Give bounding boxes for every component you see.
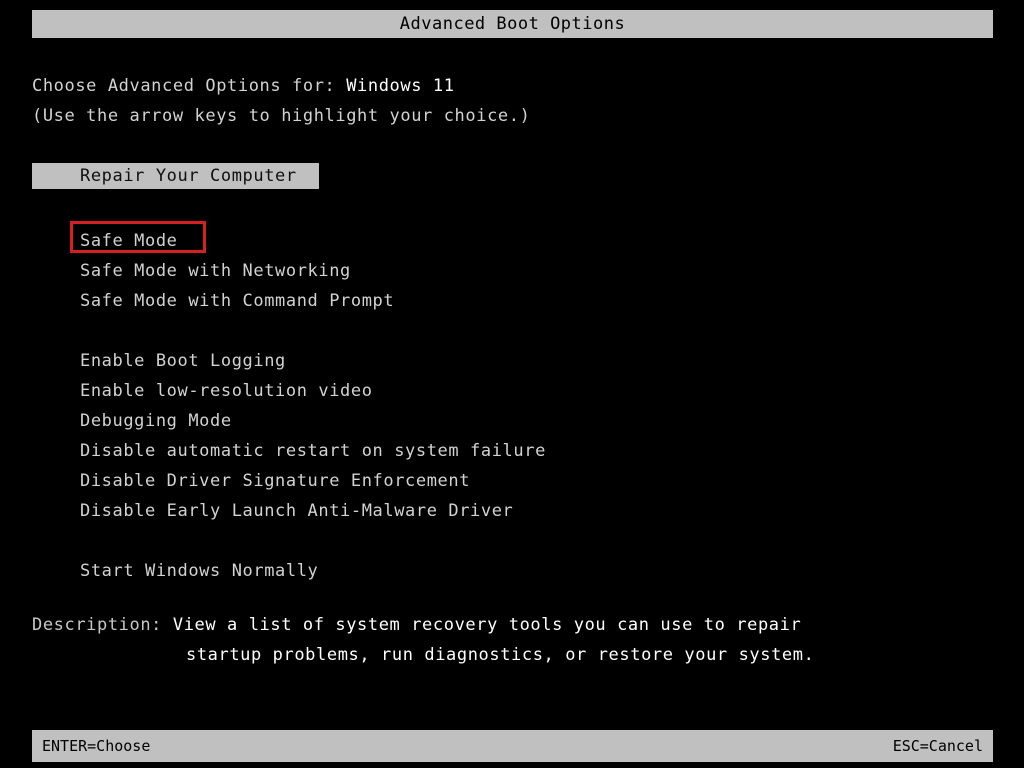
- page-title: Advanced Boot Options: [399, 14, 626, 34]
- status-bar-enter-hint: ENTER=Choose: [42, 737, 151, 755]
- intro-line-hint: (Use the arrow keys to highlight your ch…: [32, 106, 531, 126]
- status-bar-esc-hint: ESC=Cancel: [892, 737, 983, 755]
- intro-line-os: Choose Advanced Options for: Windows 11: [32, 76, 455, 96]
- window-title-bar: Advanced Boot Options: [32, 10, 993, 38]
- menu-item-safe-mode[interactable]: Safe Mode: [80, 226, 940, 256]
- description-text-2: startup problems, run diagnostics, or re…: [186, 645, 815, 665]
- menu-item-safe-mode-command-prompt[interactable]: Safe Mode with Command Prompt: [80, 286, 940, 316]
- menu-item-disable-early-launch-anti-malware[interactable]: Disable Early Launch Anti-Malware Driver: [80, 496, 940, 526]
- menu-item-debugging-mode[interactable]: Debugging Mode: [80, 406, 940, 436]
- menu-group-separator-1: [80, 316, 940, 346]
- boot-options-menu: Safe Mode Safe Mode with Networking Safe…: [80, 226, 940, 586]
- menu-item-label: Repair Your Computer: [80, 166, 297, 186]
- menu-item-repair-your-computer[interactable]: Repair Your Computer: [32, 163, 319, 189]
- intro-prefix-label: Choose Advanced Options for:: [32, 76, 347, 96]
- description-line-1: Description: View a list of system recov…: [32, 615, 801, 635]
- description-label: Description:: [32, 615, 173, 635]
- menu-item-safe-mode-networking[interactable]: Safe Mode with Networking: [80, 256, 940, 286]
- os-name-label: Windows 11: [346, 76, 455, 96]
- menu-item-start-windows-normally[interactable]: Start Windows Normally: [80, 556, 940, 586]
- description-text-1: View a list of system recovery tools you…: [172, 615, 802, 635]
- status-bar: ENTER=Choose ESC=Cancel: [32, 730, 993, 762]
- menu-item-enable-low-resolution-video[interactable]: Enable low-resolution video: [80, 376, 940, 406]
- menu-item-disable-automatic-restart[interactable]: Disable automatic restart on system fail…: [80, 436, 940, 466]
- menu-item-disable-driver-signature-enforcement[interactable]: Disable Driver Signature Enforcement: [80, 466, 940, 496]
- menu-group-separator-2: [80, 526, 940, 556]
- menu-item-enable-boot-logging[interactable]: Enable Boot Logging: [80, 346, 940, 376]
